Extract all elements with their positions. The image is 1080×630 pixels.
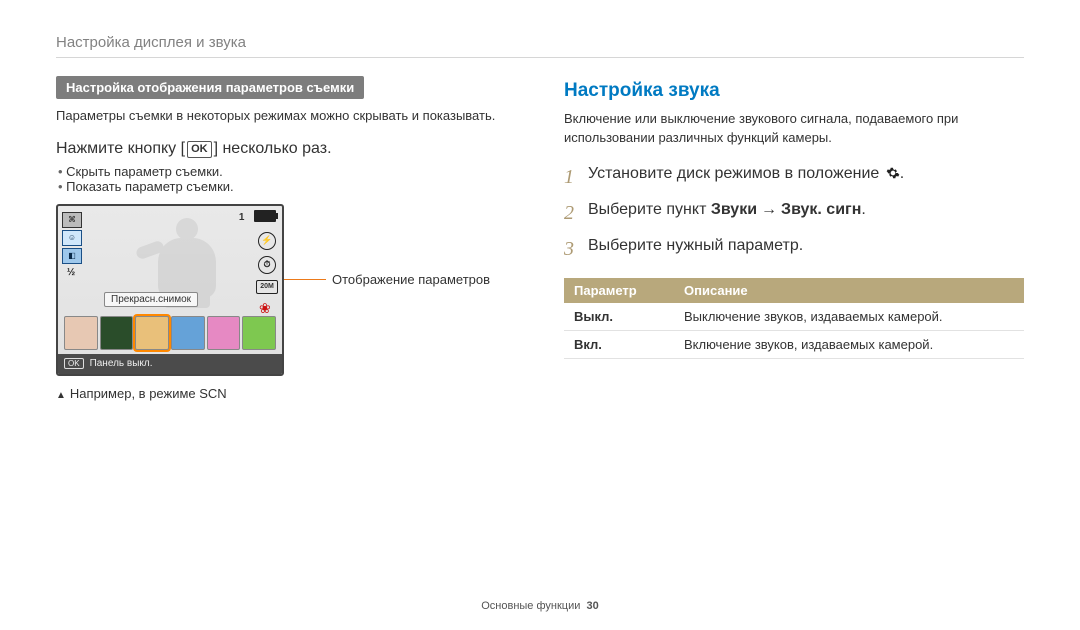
step-text: Установите диск режимов в положение .	[588, 162, 904, 192]
battery-icon	[254, 210, 276, 222]
breadcrumb: Настройка дисплея и звука	[56, 34, 1024, 57]
step-number: 1	[564, 162, 588, 192]
divider	[56, 57, 1024, 58]
text: Установите диск режимов в положение	[588, 165, 884, 182]
table-row: Выкл.Выключение звуков, издаваемых камер…	[564, 303, 1024, 331]
footer-section: Основные функции	[481, 600, 580, 612]
menu-path: Звук. сигн	[781, 201, 861, 218]
text: ] несколько раз.	[214, 140, 332, 157]
lcd-top-right: 1	[239, 210, 276, 225]
left-column: Настройка отображения параметров съемки …	[56, 76, 544, 600]
param-desc: Выключение звуков, издаваемых камерой.	[674, 303, 1024, 331]
scene-thumbnail	[135, 316, 169, 350]
step-2: 2 Выберите пункт Звуки→Звук. сигн.	[564, 198, 1024, 228]
press-ok-instruction: Нажмите кнопку [OK] несколько раз.	[56, 140, 516, 158]
caption-text: Например, в режиме SCN	[70, 386, 227, 401]
right-column: Настройка звука Включение или выключение…	[544, 76, 1024, 600]
shots-count: 1	[239, 212, 245, 223]
lcd-status-bar: OK Панель выкл.	[58, 354, 282, 374]
status-text: Панель выкл.	[90, 358, 153, 369]
step-list: 1 Установите диск режимов в положение . …	[564, 162, 1024, 264]
gear-icon	[886, 164, 900, 178]
lcd-right-icons: ⚡ ⏱ 20M	[256, 232, 278, 316]
text: Нажмите кнопку [	[56, 140, 185, 157]
triangle-icon: ▲	[56, 390, 66, 401]
scene-thumbnail	[171, 316, 205, 350]
section-desc: Включение или выключение звукового сигна…	[564, 110, 1024, 148]
film-icon: ⌘	[62, 212, 82, 228]
face-detect-icon: ☺	[62, 230, 82, 246]
resolution-icon: 20M	[256, 280, 278, 294]
lcd-screenshot: ⌘ ☺ ◧ ½ 1 ⚡ ⏱ 20M	[56, 204, 284, 376]
figure-caption: ▲ Например, в режиме SCN	[56, 386, 516, 401]
section-bar: Настройка отображения параметров съемки	[56, 76, 364, 99]
bullet-list: Скрыть параметр съемки. Показать парамет…	[58, 164, 516, 194]
callout-line	[284, 279, 326, 280]
scene-thumbnails	[64, 316, 276, 350]
scene-tooltip: Прекрасн.снимок	[104, 292, 198, 307]
section-desc: Параметры съемки в некоторых режимах мож…	[56, 107, 516, 126]
content-columns: Настройка отображения параметров съемки …	[56, 76, 1024, 600]
callout: Отображение параметров	[284, 272, 490, 287]
page-number: 30	[587, 600, 599, 612]
mode-icon: ◧	[62, 248, 82, 264]
text: Выберите пункт	[588, 201, 711, 218]
page-footer: Основные функции 30	[481, 600, 599, 630]
flash-icon: ⚡	[258, 232, 276, 250]
ok-key-icon: OK	[64, 358, 84, 369]
manual-page: Настройка дисплея и звука Настройка отоб…	[0, 0, 1080, 630]
step-1: 1 Установите диск режимов в положение .	[564, 162, 1024, 192]
parameter-table: Параметр Описание Выкл.Выключение звуков…	[564, 278, 1024, 359]
table-row: Вкл.Включение звуков, издаваемых камерой…	[564, 330, 1024, 358]
param-desc: Включение звуков, издаваемых камерой.	[674, 330, 1024, 358]
col-header-param: Параметр	[564, 278, 674, 303]
callout-text: Отображение параметров	[332, 272, 490, 287]
scene-thumbnail	[64, 316, 98, 350]
lcd-with-callout: ⌘ ☺ ◧ ½ 1 ⚡ ⏱ 20M	[56, 204, 516, 376]
macro-icon	[259, 300, 275, 316]
arrow-icon: →	[761, 201, 777, 218]
scene-thumbnail	[207, 316, 241, 350]
col-header-desc: Описание	[674, 278, 1024, 303]
lcd-left-icons: ⌘ ☺ ◧ ½	[62, 210, 82, 282]
list-item: Показать параметр съемки.	[58, 179, 516, 194]
section-heading: Настройка звука	[564, 80, 1024, 102]
timer-icon: ⏱	[258, 256, 276, 274]
text: .	[861, 201, 865, 218]
step-number: 2	[564, 198, 588, 228]
step-text: Выберите нужный параметр.	[588, 234, 803, 264]
step-text: Выберите пункт Звуки→Звук. сигн.	[588, 198, 866, 228]
menu-path: Звуки	[711, 201, 757, 218]
step-number: 3	[564, 234, 588, 264]
param-name: Вкл.	[564, 330, 674, 358]
scene-thumbnail	[100, 316, 134, 350]
list-item: Скрыть параметр съемки.	[58, 164, 516, 179]
param-name: Выкл.	[564, 303, 674, 331]
ok-key-icon: OK	[187, 141, 212, 158]
step-3: 3 Выберите нужный параметр.	[564, 234, 1024, 264]
ev-icon: ½	[62, 266, 80, 280]
scene-thumbnail	[242, 316, 276, 350]
text: .	[900, 165, 904, 182]
